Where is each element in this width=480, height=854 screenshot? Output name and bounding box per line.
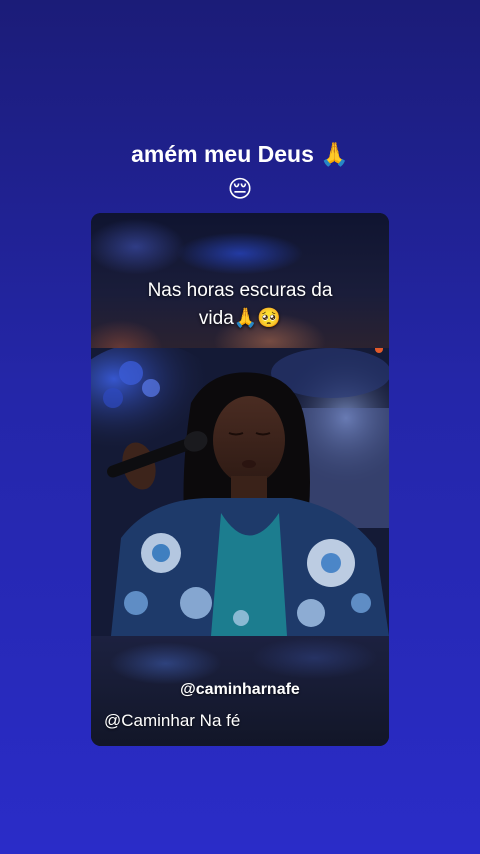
video-frame[interactable] (91, 348, 389, 636)
watermark-handle: @caminharnafe (180, 681, 300, 698)
video-top-panel: Nas horas escuras da vida🙏🥺 (91, 213, 389, 348)
caption-line-2: 😔 (227, 176, 253, 203)
post-caption: amém meu Deus 🙏 😔 (0, 136, 480, 208)
video-bottom-panel: @caminharnafe @Caminhar Na fé (91, 636, 389, 746)
overlay-line-2: vida🙏🥺 (198, 308, 282, 329)
video-overlay-text: Nas horas escuras da vida🙏🥺 (91, 277, 389, 333)
singer-image (91, 348, 389, 636)
overlay-line-1: Nas horas escuras da (147, 280, 333, 301)
video-card[interactable]: Nas horas escuras da vida🙏🥺 @caminharnaf… (91, 213, 389, 746)
channel-name-link[interactable]: @Caminhar Na fé (104, 711, 240, 731)
caption-line-1: amém meu Deus 🙏 (131, 141, 349, 167)
